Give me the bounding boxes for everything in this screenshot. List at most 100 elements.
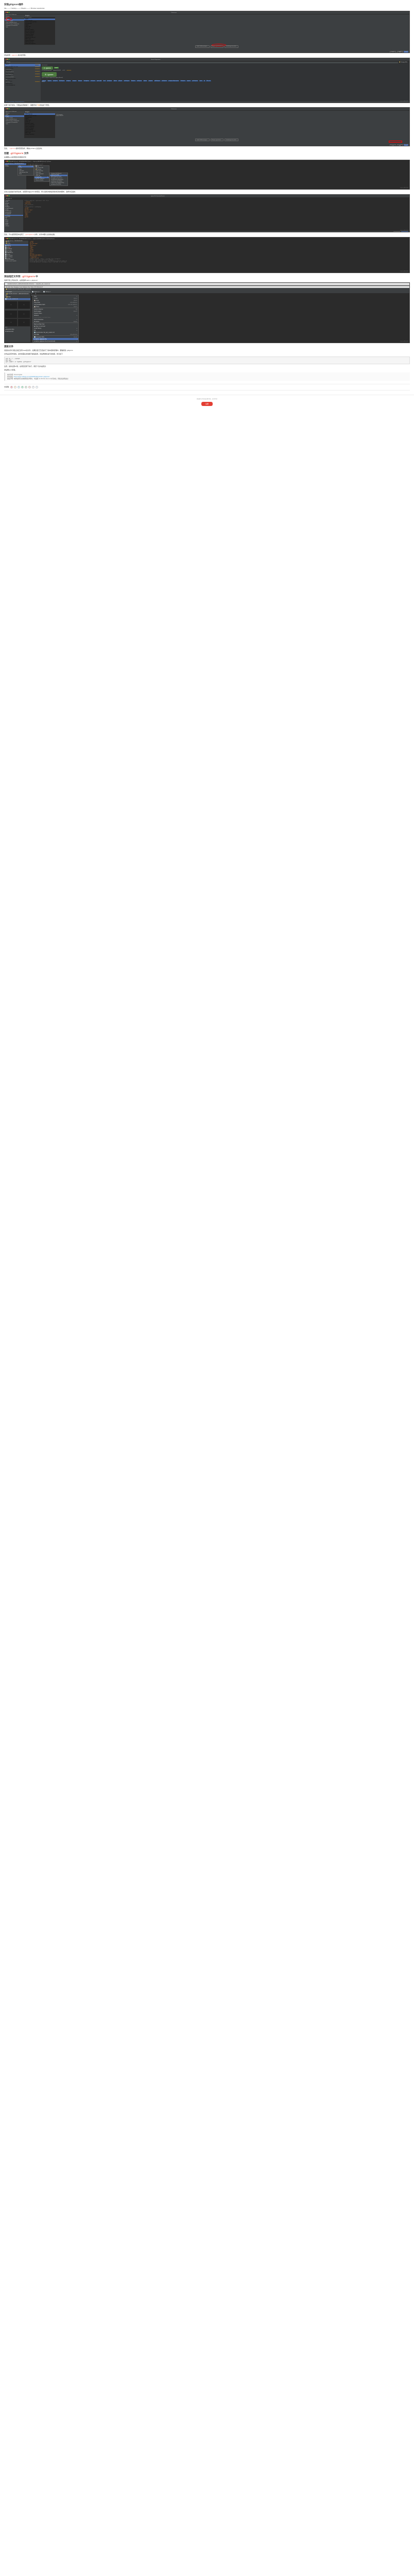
section4-p2: 文件是没有作用的。这时候需在本地欲不被追踪者，然后再重新进行本地库，命令如下 — [4, 353, 410, 355]
code-block: git rm -r --cached . git add . git commi… — [4, 357, 410, 364]
min-icon[interactable] — [7, 12, 8, 13]
watermark: CSDN @帅心文法 — [400, 187, 408, 189]
register-btn[interactable]: 注册 — [201, 402, 213, 406]
max-icon[interactable] — [9, 108, 10, 109]
cancel-btn[interactable]: Cancel — [393, 231, 400, 232]
share-row: 分享到: 微 Q Q 微 豆 G+ f t — [4, 384, 410, 391]
close-icon[interactable] — [6, 161, 7, 162]
plugin-row[interactable]: Settings Repository — [24, 133, 55, 135]
section4-p1: 创建的文件只能过滤还没有track的文件，如果您自己已经进行了版本控制管理中，要… — [4, 349, 410, 352]
tag: boringignore — [83, 80, 90, 81]
watermark: CSDN @帅心文法 — [400, 100, 408, 102]
weibo-icon[interactable]: 微 — [10, 386, 13, 388]
install-jetbrains-btn[interactable]: Install JetBrains plugin... — [195, 139, 210, 141]
tab[interactable]: 📄 train.py × — [42, 291, 52, 293]
search-input[interactable]: 🔍 idea — [6, 62, 398, 63]
tree-list-attr[interactable]: 📄 list_attr_custom.txt — [5, 298, 30, 300]
section1-path: File ——> Setting ——> Plugins ——> Browse … — [4, 7, 410, 10]
plugin-row[interactable]: Subversion Integration — [24, 43, 55, 45]
pic-thumb: ▦ — [5, 319, 17, 326]
tag: flooignore — [131, 80, 136, 81]
tag: swagger-codegen-ignore — [168, 80, 179, 81]
close-icon[interactable] — [6, 238, 7, 239]
close-icon[interactable] — [6, 12, 7, 13]
watermark: CSDN @帅心文法 — [400, 50, 408, 52]
tag: eslintignore — [136, 80, 142, 81]
pic-thumb: ▦ — [18, 311, 30, 318]
template-item[interactable]: ▸ SCons — [5, 225, 23, 227]
menu-item[interactable]: Paste — [18, 174, 33, 175]
watermark: CSDN @帅心文法 — [400, 341, 408, 342]
install-btn[interactable]: Install — [54, 67, 59, 69]
max-icon[interactable] — [9, 195, 10, 196]
tag: prettierignore — [124, 80, 130, 81]
min-icon[interactable] — [7, 161, 8, 162]
plugin-category: LANGUAGES — [42, 65, 408, 66]
screenshot-preferences: Preferences Appearance & Behavior Keymap… — [4, 11, 410, 53]
menu-item[interactable]: ⊘ Add to .gitignore file (Unversioned)▸ — [33, 340, 78, 342]
cancel-btn[interactable]: Cancel — [390, 144, 396, 146]
screenshot-new-file: AttGAN-PyTorch [~/lillil/GAN/AttGAN-PyTo… — [4, 160, 410, 190]
tag: mtn-ignore — [90, 80, 96, 81]
facebook-icon[interactable]: f — [32, 386, 34, 388]
pic-thumb: ▦ — [18, 301, 30, 309]
min-icon[interactable] — [7, 108, 8, 109]
tag: npmignore — [53, 80, 58, 81]
twitter-icon[interactable]: t — [36, 386, 38, 388]
watermark: CSDN @帅心文法 — [400, 144, 408, 145]
tree-item[interactable]: Scratches and — [5, 330, 30, 332]
tree-item[interactable]: ▾ 📁 AttGAN-PyTorch ~/lillil/GAN/AttGAN-P… — [5, 293, 30, 296]
close-icon[interactable] — [6, 195, 7, 196]
menu-item[interactable]: Resource Bundle — [34, 180, 49, 181]
tag: prettierignore — [192, 80, 198, 81]
close-icon[interactable] — [6, 108, 7, 109]
tag: tfignore — [113, 80, 117, 81]
cancel-btn[interactable]: Cancel — [390, 51, 396, 53]
min-icon[interactable] — [7, 238, 8, 239]
ignore-logo: ⊘ .ignore — [42, 66, 53, 70]
close-icon[interactable] — [6, 59, 7, 60]
tag: ignore — [199, 80, 203, 81]
tag: cvsignore — [72, 80, 77, 81]
max-icon[interactable] — [9, 12, 10, 13]
sidebar-item[interactable]: Tools — [5, 27, 24, 28]
screenshot-add-gitignore: 📄 AttGAN-PyTorch [~/lillil/GAN/AttGAN-Py… — [4, 282, 410, 343]
source-link[interactable]: https://www.cnblogs.com/2019/06/16/pycha… — [14, 376, 50, 378]
sidebar-item[interactable]: Tools — [5, 123, 24, 125]
p2: 如果下载不成功，可能是资源被墙了，需要手动下载然后如下安装。 — [4, 104, 410, 107]
max-icon[interactable] — [9, 59, 10, 60]
tag: chefignore — [66, 80, 71, 81]
install-disk-btn[interactable]: Install plugin from disk... — [225, 139, 238, 141]
pic-thumb: ▦ — [18, 319, 30, 326]
tree-item[interactable]: Scratches and Consoles — [5, 260, 28, 262]
qzone-icon[interactable]: Q — [14, 386, 16, 388]
wechat-icon[interactable]: 微 — [21, 386, 24, 388]
plugin-row[interactable]: VCS INTEGRATION — [5, 85, 41, 87]
p1: 然后搜索 .ignore 并点击安装。 — [4, 54, 410, 57]
tag: helmignore — [180, 80, 186, 81]
p-final: 然后再push项目。 — [4, 369, 410, 371]
repo-links[interactable]: HTTP Proxy Settings... Manage Repositori… — [5, 101, 409, 103]
footer: 登录参与评论或点赞评论、分享评论 注册 — [0, 395, 414, 408]
p4: 点击之后会提示如何生成，这里因为是python的项目，所以选用对模板就能满足我的… — [4, 191, 410, 193]
min-icon[interactable] — [7, 195, 8, 196]
generate-btn[interactable]: Generate — [401, 231, 408, 232]
menu-item[interactable]: .npmignore file (NPM) — [50, 184, 67, 185]
section2-title: 创建 .gitignore 文件 — [4, 152, 410, 155]
tag: jpmignore — [148, 80, 153, 81]
section3-title: 添加指定文件到 .gitignore 中 — [4, 275, 410, 278]
min-icon[interactable] — [7, 59, 8, 60]
gplus-icon[interactable]: G+ — [28, 386, 31, 388]
screenshot-install-disk: Preferences Appearance & Behavior Keymap… — [4, 107, 410, 146]
screenshot-gitignore-created: AttGAN-PyTorch [~/lillil/GAN/AttGAN-PyTo… — [4, 237, 410, 273]
screenshot-browse-repo: Browse Repositories 🔍 idea 📁 Category: A… — [4, 58, 410, 103]
install-disk-btn[interactable]: Install plugin from disk... — [225, 45, 238, 48]
douban-icon[interactable]: 豆 — [25, 386, 27, 388]
section1-title: 安装gitignore插件 — [4, 3, 410, 6]
ignore-big-logo: ⊘ .ignore — [42, 72, 57, 77]
install-jetbrains-btn[interactable]: Install JetBrains plugin... — [195, 45, 210, 48]
qq-icon[interactable]: Q — [18, 386, 20, 388]
tag: git — [203, 80, 205, 81]
category-dropdown[interactable]: 📁 Category: All ▾ — [398, 62, 408, 63]
browse-repo-btn[interactable]: Browse repositories... — [211, 139, 223, 141]
